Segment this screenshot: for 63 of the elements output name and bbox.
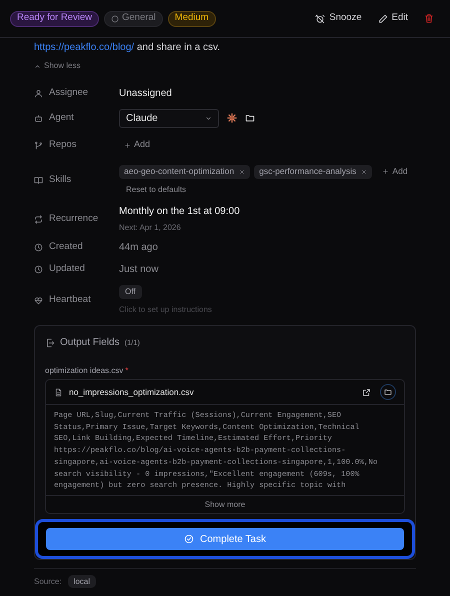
field-label: Recurrence [49, 212, 98, 226]
field-value: Just now [119, 262, 160, 276]
field-value: Monthly on the 1st at 09:00 [119, 205, 241, 219]
plus-icon [124, 142, 131, 148]
skill-chip: gsc-performance-analysis [254, 164, 372, 178]
open-folder-button[interactable] [380, 384, 396, 400]
field-label: Updated [49, 262, 85, 276]
pencil-icon [378, 14, 388, 24]
field-label: Heartbeat [49, 292, 91, 307]
show-more-button[interactable]: Show more [204, 498, 246, 510]
file-name: no_impressions_optimization.csv [69, 386, 195, 398]
add-button[interactable]: Add [124, 138, 416, 152]
field-value: 44m ago [119, 240, 159, 254]
description-text: https://peakflo.co/blog/ and share in a csv. [34, 41, 222, 55]
close-icon[interactable] [239, 168, 246, 174]
source-label: Source: [34, 576, 62, 588]
repeat-icon [34, 214, 43, 224]
field-value: Unassigned [119, 86, 173, 100]
robot-icon [34, 114, 43, 122]
close-icon[interactable] [361, 168, 368, 174]
required-mark: * [125, 365, 128, 377]
circle-icon [110, 14, 119, 22]
sunburst-icon [227, 113, 237, 123]
external-link-icon[interactable] [362, 388, 371, 396]
agent-select[interactable]: Claude [119, 108, 219, 128]
field-label: Repos [49, 138, 76, 152]
category-badge: General [104, 10, 163, 26]
off-toggle[interactable]: Off [119, 284, 142, 298]
trash-icon[interactable] [424, 13, 434, 24]
heart-icon [34, 296, 43, 304]
clock-icon [34, 242, 43, 252]
book-icon [34, 176, 43, 184]
file-icon [54, 388, 63, 396]
export-icon [45, 338, 55, 348]
plus-icon [382, 168, 390, 175]
skill-chip: aeo-geo-content-optimization [119, 164, 250, 178]
source-tag: local [68, 575, 96, 588]
next-date: Next: Apr 1, 2026 [119, 222, 182, 234]
field-label: optimization ideas.csv [45, 365, 124, 377]
field-label: Assignee [49, 86, 88, 100]
status-badge: Ready for Review [10, 10, 99, 26]
link[interactable]: https://peakflo.co/blog/ [34, 42, 134, 53]
person-icon [34, 88, 43, 98]
complete-task-button[interactable]: Complete Task [46, 528, 404, 550]
add-button[interactable]: Add [382, 165, 408, 178]
branch-icon [34, 140, 43, 150]
folder-icon [384, 388, 392, 396]
reset-button[interactable]: Reset to defaults [126, 184, 186, 196]
alarm-off-icon [315, 14, 326, 24]
clock-icon [34, 264, 43, 274]
field-label: Agent [49, 110, 74, 125]
hint-text: Click to set up instructions [119, 304, 213, 316]
show-less-toggle[interactable]: Show less [34, 60, 80, 72]
check-circle-icon [184, 534, 194, 544]
section-title: Output Fields [60, 336, 120, 350]
snooze-button[interactable]: Snooze [315, 11, 362, 26]
chevron-up-icon [34, 62, 41, 70]
field-label: Created [49, 240, 83, 254]
chevron-down-icon [205, 114, 212, 122]
priority-badge: Medium [168, 10, 216, 26]
edit-button[interactable]: Edit [378, 11, 408, 26]
field-label: Skills [49, 172, 72, 187]
folder-icon[interactable] [245, 113, 255, 123]
